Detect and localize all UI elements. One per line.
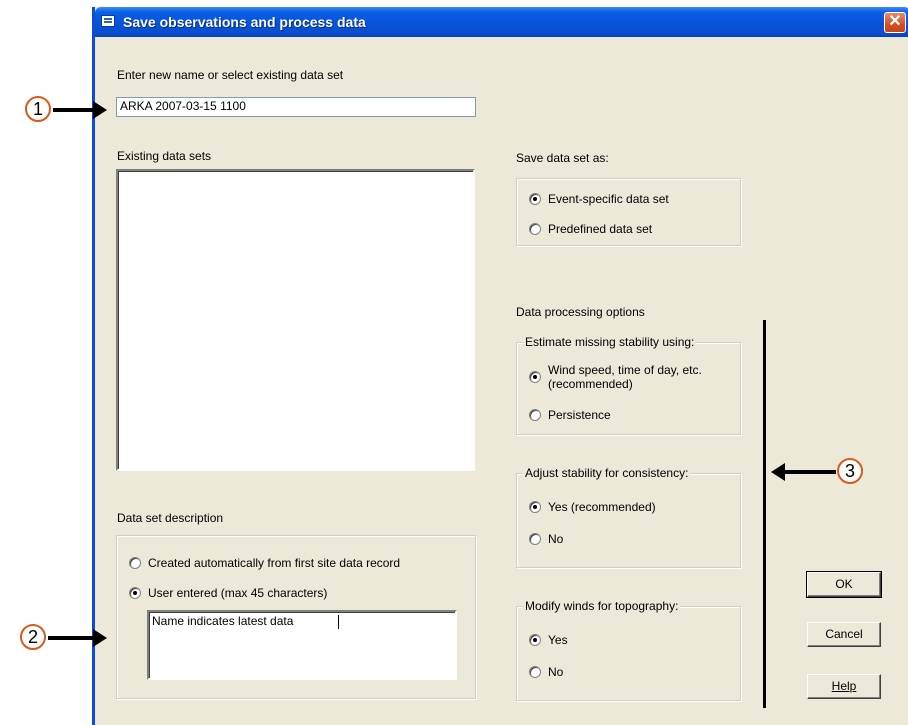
annotation-bracket-line xyxy=(763,320,766,708)
radio-adjust-no-dot[interactable] xyxy=(529,533,541,545)
radio-winds-no-dot[interactable] xyxy=(529,666,541,678)
radio-winds-no-label: No xyxy=(548,665,564,679)
radio-predefined-label: Predefined data set xyxy=(548,222,653,236)
radio-desc-user-label: User entered (max 45 characters) xyxy=(148,586,328,600)
text-caret xyxy=(338,615,339,629)
radio-persistence[interactable]: Persistence xyxy=(529,408,611,422)
help-button[interactable]: Help xyxy=(807,674,881,699)
description-label: Data set description xyxy=(117,511,224,525)
help-button-label: Help xyxy=(831,679,857,693)
radio-wind-speed[interactable]: Wind speed, time of day, etc. (recommend… xyxy=(529,363,702,391)
existing-datasets-list[interactable] xyxy=(116,169,475,471)
callout-3-arrow xyxy=(771,463,836,481)
radio-adjust-yes-label: Yes (recommended) xyxy=(548,500,656,514)
stability-group-title: Estimate missing stability using: xyxy=(523,335,697,349)
winds-group: Modify winds for topography: Yes No xyxy=(516,599,741,701)
processing-label: Data processing options xyxy=(516,305,645,319)
dataset-name-value: ARKA 2007-03-15 1100 xyxy=(120,99,246,113)
callout-1: 1 xyxy=(25,96,51,122)
cancel-button[interactable]: Cancel xyxy=(807,622,881,647)
radio-event-specific-dot[interactable] xyxy=(529,193,541,205)
radio-desc-user[interactable]: User entered (max 45 characters) xyxy=(129,586,327,600)
radio-adjust-yes-dot[interactable] xyxy=(529,501,541,513)
save-as-group: Event-specific data set Predefined data … xyxy=(516,178,741,246)
radio-wind-speed-line1: Wind speed, time of day, etc. xyxy=(548,363,702,377)
radio-adjust-no-label: No xyxy=(548,532,564,546)
radio-desc-user-dot[interactable] xyxy=(129,587,141,599)
close-button[interactable]: ✕ xyxy=(884,12,906,33)
radio-desc-auto-dot[interactable] xyxy=(129,557,141,569)
radio-predefined-dot[interactable] xyxy=(529,223,541,235)
radio-persistence-dot[interactable] xyxy=(529,409,541,421)
radio-winds-yes-dot[interactable] xyxy=(529,634,541,646)
radio-winds-no[interactable]: No xyxy=(529,665,563,679)
description-textarea[interactable]: Name indicates latest data xyxy=(147,610,457,680)
existing-datasets-label: Existing data sets xyxy=(117,149,212,163)
callout-2-arrow xyxy=(48,629,107,647)
winds-group-title: Modify winds for topography: xyxy=(523,599,681,613)
callout-1-arrow xyxy=(53,101,107,119)
radio-desc-auto-label: Created automatically from first site da… xyxy=(148,556,401,570)
window-icon xyxy=(101,15,115,27)
name-label: Enter new name or select existing data s… xyxy=(117,68,344,82)
adjust-group: Adjust stability for consistency: Yes (r… xyxy=(516,466,741,568)
callout-2: 2 xyxy=(20,624,46,650)
radio-winds-yes[interactable]: Yes xyxy=(529,633,568,647)
radio-desc-auto[interactable]: Created automatically from first site da… xyxy=(129,556,400,570)
title-bar[interactable]: Save observations and process data ✕ xyxy=(95,7,908,37)
radio-wind-speed-line2: (recommended) xyxy=(548,377,633,391)
dataset-name-input[interactable]: ARKA 2007-03-15 1100 xyxy=(116,97,476,117)
radio-wind-speed-label: Wind speed, time of day, etc. (recommend… xyxy=(548,363,702,391)
radio-wind-speed-dot[interactable] xyxy=(529,371,541,383)
radio-event-specific-label: Event-specific data set xyxy=(548,192,669,206)
window-title: Save observations and process data xyxy=(123,14,366,30)
radio-predefined[interactable]: Predefined data set xyxy=(529,222,652,236)
description-text: Name indicates latest data xyxy=(152,614,294,628)
stability-group: Estimate missing stability using: Wind s… xyxy=(516,335,741,435)
radio-winds-yes-label: Yes xyxy=(548,633,568,647)
adjust-group-title: Adjust stability for consistency: xyxy=(523,466,691,480)
radio-event-specific[interactable]: Event-specific data set xyxy=(529,192,669,206)
radio-adjust-yes[interactable]: Yes (recommended) xyxy=(529,500,656,514)
callout-3: 3 xyxy=(837,458,863,484)
save-as-label: Save data set as: xyxy=(516,151,609,165)
radio-persistence-label: Persistence xyxy=(548,408,611,422)
radio-adjust-no[interactable]: No xyxy=(529,532,563,546)
ok-button[interactable]: OK xyxy=(806,571,882,598)
